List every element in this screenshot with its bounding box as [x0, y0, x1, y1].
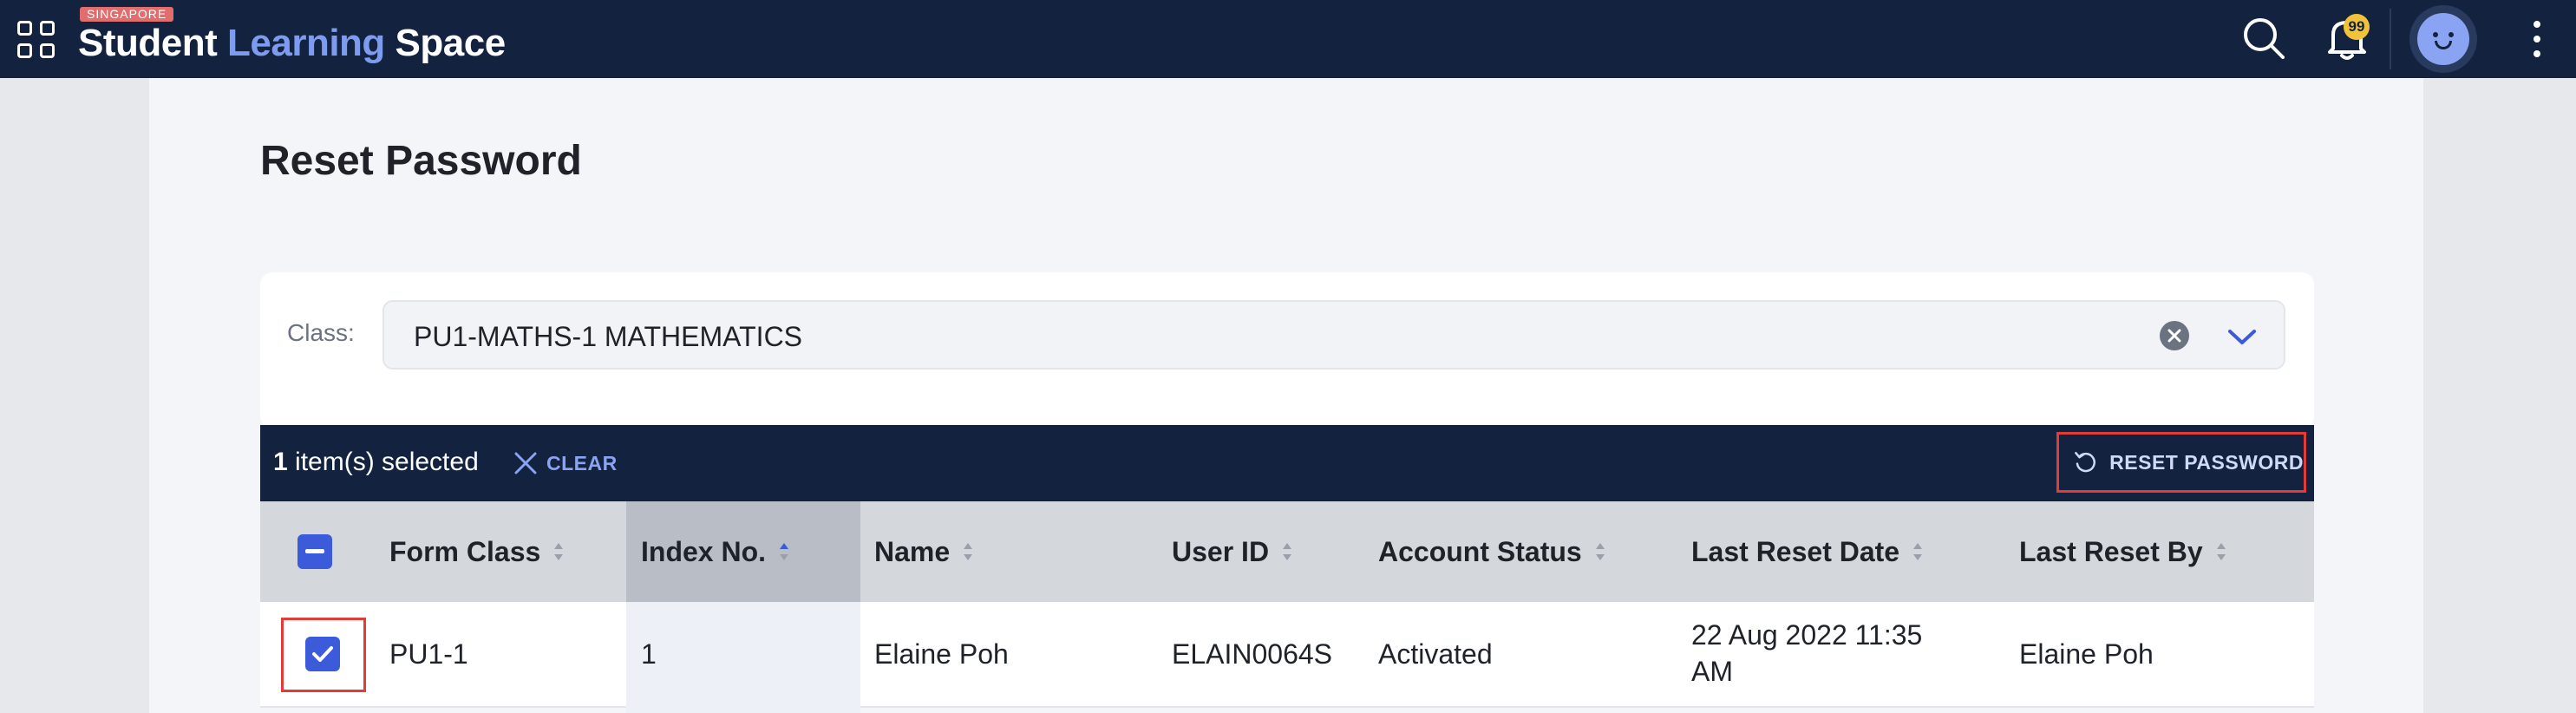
- chevron-down-icon[interactable]: [2226, 324, 2258, 349]
- column-header-index-no[interactable]: Index No.: [641, 501, 790, 602]
- clear-button[interactable]: CLEAR: [513, 446, 618, 481]
- more-options-icon[interactable]: [2524, 17, 2550, 61]
- search-icon[interactable]: [2241, 16, 2286, 61]
- cell-last-reset-date-line2: AM: [1691, 656, 1733, 687]
- checkmark-icon: [312, 646, 333, 662]
- cell-user-id: ELAIN0064S: [1172, 638, 1333, 670]
- selected-count-text: 1 item(s) selected: [273, 448, 479, 476]
- close-icon: [514, 452, 537, 474]
- logo-text: Student Learning Space: [78, 22, 506, 64]
- avatar[interactable]: [2409, 5, 2477, 73]
- column-header-account-status[interactable]: Account Status: [1378, 501, 1606, 602]
- row-checkbox[interactable]: [305, 637, 340, 671]
- class-select[interactable]: PU1-MATHS-1 MATHEMATICS: [382, 300, 2285, 370]
- column-header-last-reset-by[interactable]: Last Reset By: [2019, 501, 2227, 602]
- avatar-face-icon: [2417, 13, 2469, 65]
- sort-icon: [1913, 543, 1923, 560]
- cell-last-reset-by: Elaine Poh: [2019, 638, 2154, 670]
- reset-icon: [2075, 451, 2095, 473]
- select-all-checkbox[interactable]: [297, 534, 332, 569]
- cell-account-status: Activated: [1378, 638, 1493, 670]
- notification-badge: 99: [2344, 14, 2370, 40]
- logo-badge: SINGAPORE: [80, 7, 174, 22]
- cell-last-reset-date-line1: 22 Aug 2022 11:35: [1691, 619, 1923, 651]
- page-title: Reset Password: [260, 138, 582, 184]
- clear-button-label: CLEAR: [546, 451, 618, 474]
- class-label: Class:: [287, 319, 355, 346]
- sort-ascending-icon: [780, 543, 789, 560]
- top-bar: SINGAPORE Student Learning Space 99: [0, 0, 2576, 78]
- reset-password-button[interactable]: RESET PASSWORD: [2056, 432, 2306, 493]
- sort-icon: [554, 543, 564, 560]
- sort-icon: [1595, 543, 1605, 560]
- cell-index-no: 1: [641, 638, 657, 670]
- reset-password-label: RESET PASSWORD: [2109, 450, 2304, 474]
- column-header-name[interactable]: Name: [874, 501, 974, 602]
- cell-form-class: PU1-1: [389, 638, 468, 670]
- class-select-value: PU1-MATHS-1 MATHEMATICS: [414, 321, 803, 352]
- column-header-user-id[interactable]: User ID: [1172, 501, 1293, 602]
- sort-icon: [1283, 543, 1292, 560]
- column-header-last-reset-date[interactable]: Last Reset Date: [1691, 501, 1924, 602]
- column-header-form-class[interactable]: Form Class: [389, 501, 565, 602]
- header-divider: [2390, 9, 2391, 69]
- cell-name: Elaine Poh: [874, 638, 1009, 670]
- sort-icon: [964, 543, 973, 560]
- clear-selection-icon[interactable]: [2160, 321, 2189, 350]
- sorted-column-cell-bg: [626, 602, 860, 713]
- sort-icon: [2216, 543, 2226, 560]
- selection-bar: 1 item(s) selected CLEAR RESET PASSWORD: [260, 425, 2314, 501]
- apps-grid-icon[interactable]: [17, 21, 56, 59]
